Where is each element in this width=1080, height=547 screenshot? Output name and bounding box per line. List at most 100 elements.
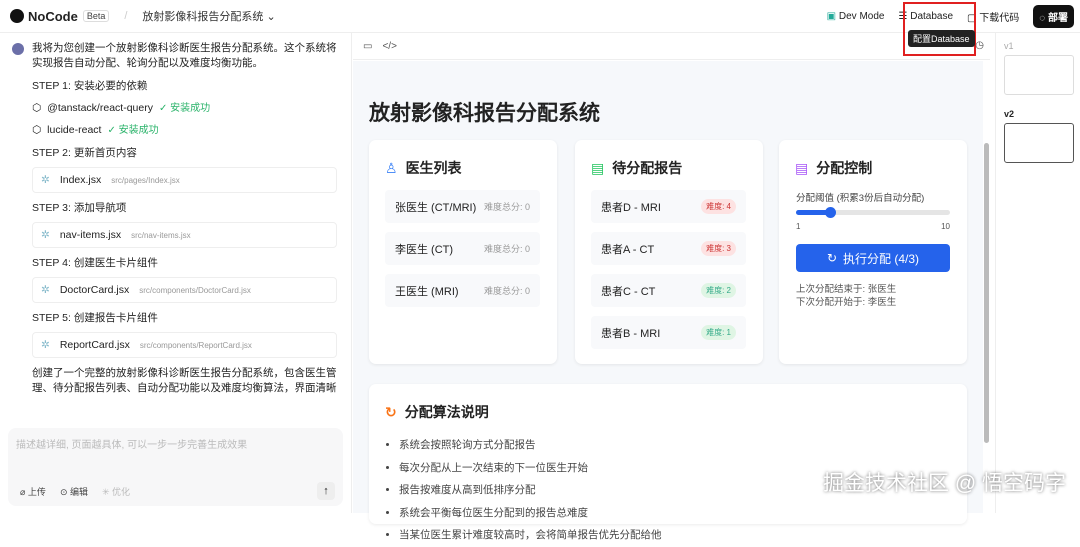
difficulty-badge: 难度: 1: [701, 325, 736, 340]
project-selector[interactable]: 放射影像科报告分配系统 ⌄: [142, 8, 275, 24]
file-card[interactable]: ✲ ReportCard.jsx src/components/ReportCard…: [32, 332, 337, 358]
divider: /: [124, 10, 128, 22]
scrollbar-thumb[interactable]: [984, 143, 989, 443]
nocode-logo-icon: [10, 9, 24, 23]
file-card[interactable]: ✲ Index.jsx src/pages/Index.jsx: [32, 167, 337, 193]
difficulty-badge: 难度: 2: [701, 283, 736, 298]
dependency-item: ⬡ lucide-react ✓ 安装成功: [32, 123, 337, 138]
summary-text: 创建了一个完整的放射影像科诊断医生报告分配系统，包含医生管理、待分配报告列表、自…: [32, 367, 337, 394]
file-name: nav-items.jsx: [59, 228, 122, 241]
deploy-button[interactable]: ◌ 部署: [1033, 5, 1074, 28]
step-label: STEP 5: 创建报告卡片组件: [32, 312, 158, 324]
dev-mode-button[interactable]: ▣ Dev Mode: [827, 11, 885, 22]
file-icon: ✲: [41, 338, 50, 351]
history-icon[interactable]: ◷: [975, 40, 984, 51]
execute-allocation-button[interactable]: ↻ 执行分配 (4/3): [796, 244, 950, 272]
chevron-down-icon: ⌄: [266, 11, 276, 23]
file-path: src/components/DoctorCard.jsx: [139, 285, 251, 295]
step-label: STEP 3: 添加导航项: [32, 202, 127, 214]
file-icon: ✲: [41, 228, 50, 241]
threshold-label: 分配阈值 (积累3份后自动分配): [796, 193, 925, 204]
project-name: 放射影像科报告分配系统: [142, 11, 264, 23]
upload-button[interactable]: ⌀ 上传: [20, 485, 46, 498]
list-item: 每次分配从上一次结束的下一位医生开始: [399, 457, 662, 480]
list-item: 系统会按照轮询方式分配报告: [399, 434, 662, 457]
report-row: 患者A - CT 难度: 3: [591, 232, 746, 265]
slider-min: 1: [796, 222, 801, 231]
pending-reports-card: ▤ 待分配报告 患者D - MRI 难度: 4 患者A - CT 难度: 3 患者C …: [575, 140, 763, 364]
code-icon[interactable]: </>: [382, 41, 396, 52]
step-label: STEP 4: 创建医生卡片组件: [32, 257, 158, 269]
list-item: 当某位医生累计难度较高时，会将简单报告优先分配给他: [399, 524, 662, 547]
doctor-list-card: ♙ 医生列表 张医生 (CT/MRI) 难度总分: 0 李医生 (CT) 难度总分: …: [369, 140, 557, 364]
file-path: src/components/ReportCard.jsx: [139, 340, 252, 350]
algorithm-card: ↻ 分配算法说明 系统会按照轮询方式分配报告 每次分配从上一次结束的下一位医生开始…: [369, 384, 967, 541]
file-name: DoctorCard.jsx: [59, 283, 130, 296]
card-title: 待分配报告: [612, 160, 683, 176]
step-label: STEP 2: 更新首页内容: [32, 147, 137, 159]
report-row: 患者B - MRI 难度: 1: [591, 316, 746, 349]
scrollbar[interactable]: [984, 88, 989, 508]
refresh-icon: ↻: [826, 251, 838, 265]
doctor-row: 李医生 (CT) 难度总分: 0: [385, 232, 540, 265]
user-icon: ♙: [385, 159, 398, 176]
step-label: STEP 1: 安装必要的依赖: [32, 80, 148, 92]
allocation-control-card: ▤ 分配控制 分配阈值 (积累3份后自动分配) 1 10 ↻ 执行分配 (4/3) …: [779, 140, 967, 364]
doctor-row: 张医生 (CT/MRI) 难度总分: 0: [385, 190, 540, 223]
report-row: 患者C - CT 难度: 2: [591, 274, 746, 307]
intro-text: 我将为您创建一个放射影像科诊断医生报告分配系统。这个系统将实现报告自动分配、轮询…: [32, 42, 337, 69]
doctor-row: 王医生 (MRI) 难度总分: 0: [385, 274, 540, 307]
version-panel: v1 v2: [995, 33, 1080, 513]
package-icon: ⬡: [32, 102, 42, 114]
file-text-icon: ▤: [795, 159, 809, 176]
prompt-input[interactable]: 描述越详细, 页面越具体, 可以一步一步完善生成效果 ⌀ 上传 ⊙ 编辑 ✳ 优…: [8, 428, 343, 506]
dependency-name: lucide-react: [47, 124, 102, 136]
file-name: Index.jsx: [59, 173, 102, 186]
prompt-placeholder: 描述越详细, 页面越具体, 可以一步一步完善生成效果: [16, 440, 248, 451]
slider-max: 10: [941, 222, 950, 231]
file-card[interactable]: ✲ DoctorCard.jsx src/components/DoctorCard…: [32, 277, 337, 303]
report-row: 患者D - MRI 难度: 4: [591, 190, 746, 223]
preview-toolbar: ▭ </> ◷: [353, 33, 990, 60]
version-label: v2: [1004, 109, 1015, 119]
preview-panel: ▭ </> ◷ 放射影像科报告分配系统 ♙ 医生列表 张医生 (CT/MRI) 难度总分…: [353, 33, 990, 541]
assistant-message: 我将为您创建一个放射影像科诊断医生报告分配系统。这个系统将实现报告自动分配、轮询…: [32, 41, 337, 396]
deploy-label: 部署: [1048, 13, 1068, 24]
deploy-icon: ◌: [1039, 13, 1046, 24]
page-title: 放射影像科报告分配系统: [369, 102, 600, 125]
version-label: v1: [1004, 41, 1014, 51]
assistant-avatar: [12, 43, 24, 55]
card-title: 分配控制: [816, 160, 873, 176]
dependency-item: ⬡ @tanstack/react-query ✓ 安装成功: [32, 101, 337, 116]
dev-mode-label: Dev Mode: [838, 11, 885, 22]
allocation-status: 上次分配结束于: 张医生 下次分配开始于: 李医生: [796, 284, 897, 308]
install-status: ✓ 安装成功: [107, 125, 159, 136]
file-card[interactable]: ✲ nav-items.jsx src/nav-items.jsx: [32, 222, 337, 248]
brand: NoCode: [28, 8, 78, 24]
algorithm-list: 系统会按照轮询方式分配报告 每次分配从上一次结束的下一位医生开始 报告按难度从高…: [399, 434, 662, 547]
chat-panel: 我将为您创建一个放射影像科诊断医生报告分配系统。这个系统将实现报告自动分配、轮询…: [0, 33, 352, 513]
version-thumbnail[interactable]: [1004, 123, 1074, 163]
watermark: 掘金技术社区 @ 悟空码字: [823, 472, 1066, 495]
package-icon: ⬡: [32, 124, 42, 136]
edit-button[interactable]: ⊙ 编辑: [60, 485, 88, 498]
download-label: 下载代码: [979, 13, 1020, 24]
send-button[interactable]: ↑: [317, 482, 335, 500]
threshold-slider[interactable]: [796, 207, 950, 218]
list-item: 报告按难度从高到低排序分配: [399, 479, 662, 502]
install-status: ✓ 安装成功: [158, 103, 211, 114]
file-path: src/nav-items.jsx: [131, 230, 191, 240]
preview-icon[interactable]: ▭: [363, 41, 372, 52]
file-icon: ✲: [41, 283, 50, 296]
difficulty-badge: 难度: 3: [701, 241, 736, 256]
file-name: ReportCard.jsx: [59, 338, 130, 351]
file-icon: ✲: [41, 173, 50, 186]
difficulty-badge: 难度: 4: [701, 199, 736, 214]
clipboard-icon: ▤: [591, 159, 605, 176]
optimize-button[interactable]: ✳ 优化: [102, 485, 130, 498]
app-preview: 放射影像科报告分配系统 ♙ 医生列表 张医生 (CT/MRI) 难度总分: 0 李医…: [353, 61, 983, 541]
version-thumbnail[interactable]: [1004, 55, 1074, 95]
dependency-name: @tanstack/react-query: [47, 102, 153, 114]
card-title: 医生列表: [405, 160, 462, 176]
slider-handle[interactable]: [825, 207, 837, 218]
